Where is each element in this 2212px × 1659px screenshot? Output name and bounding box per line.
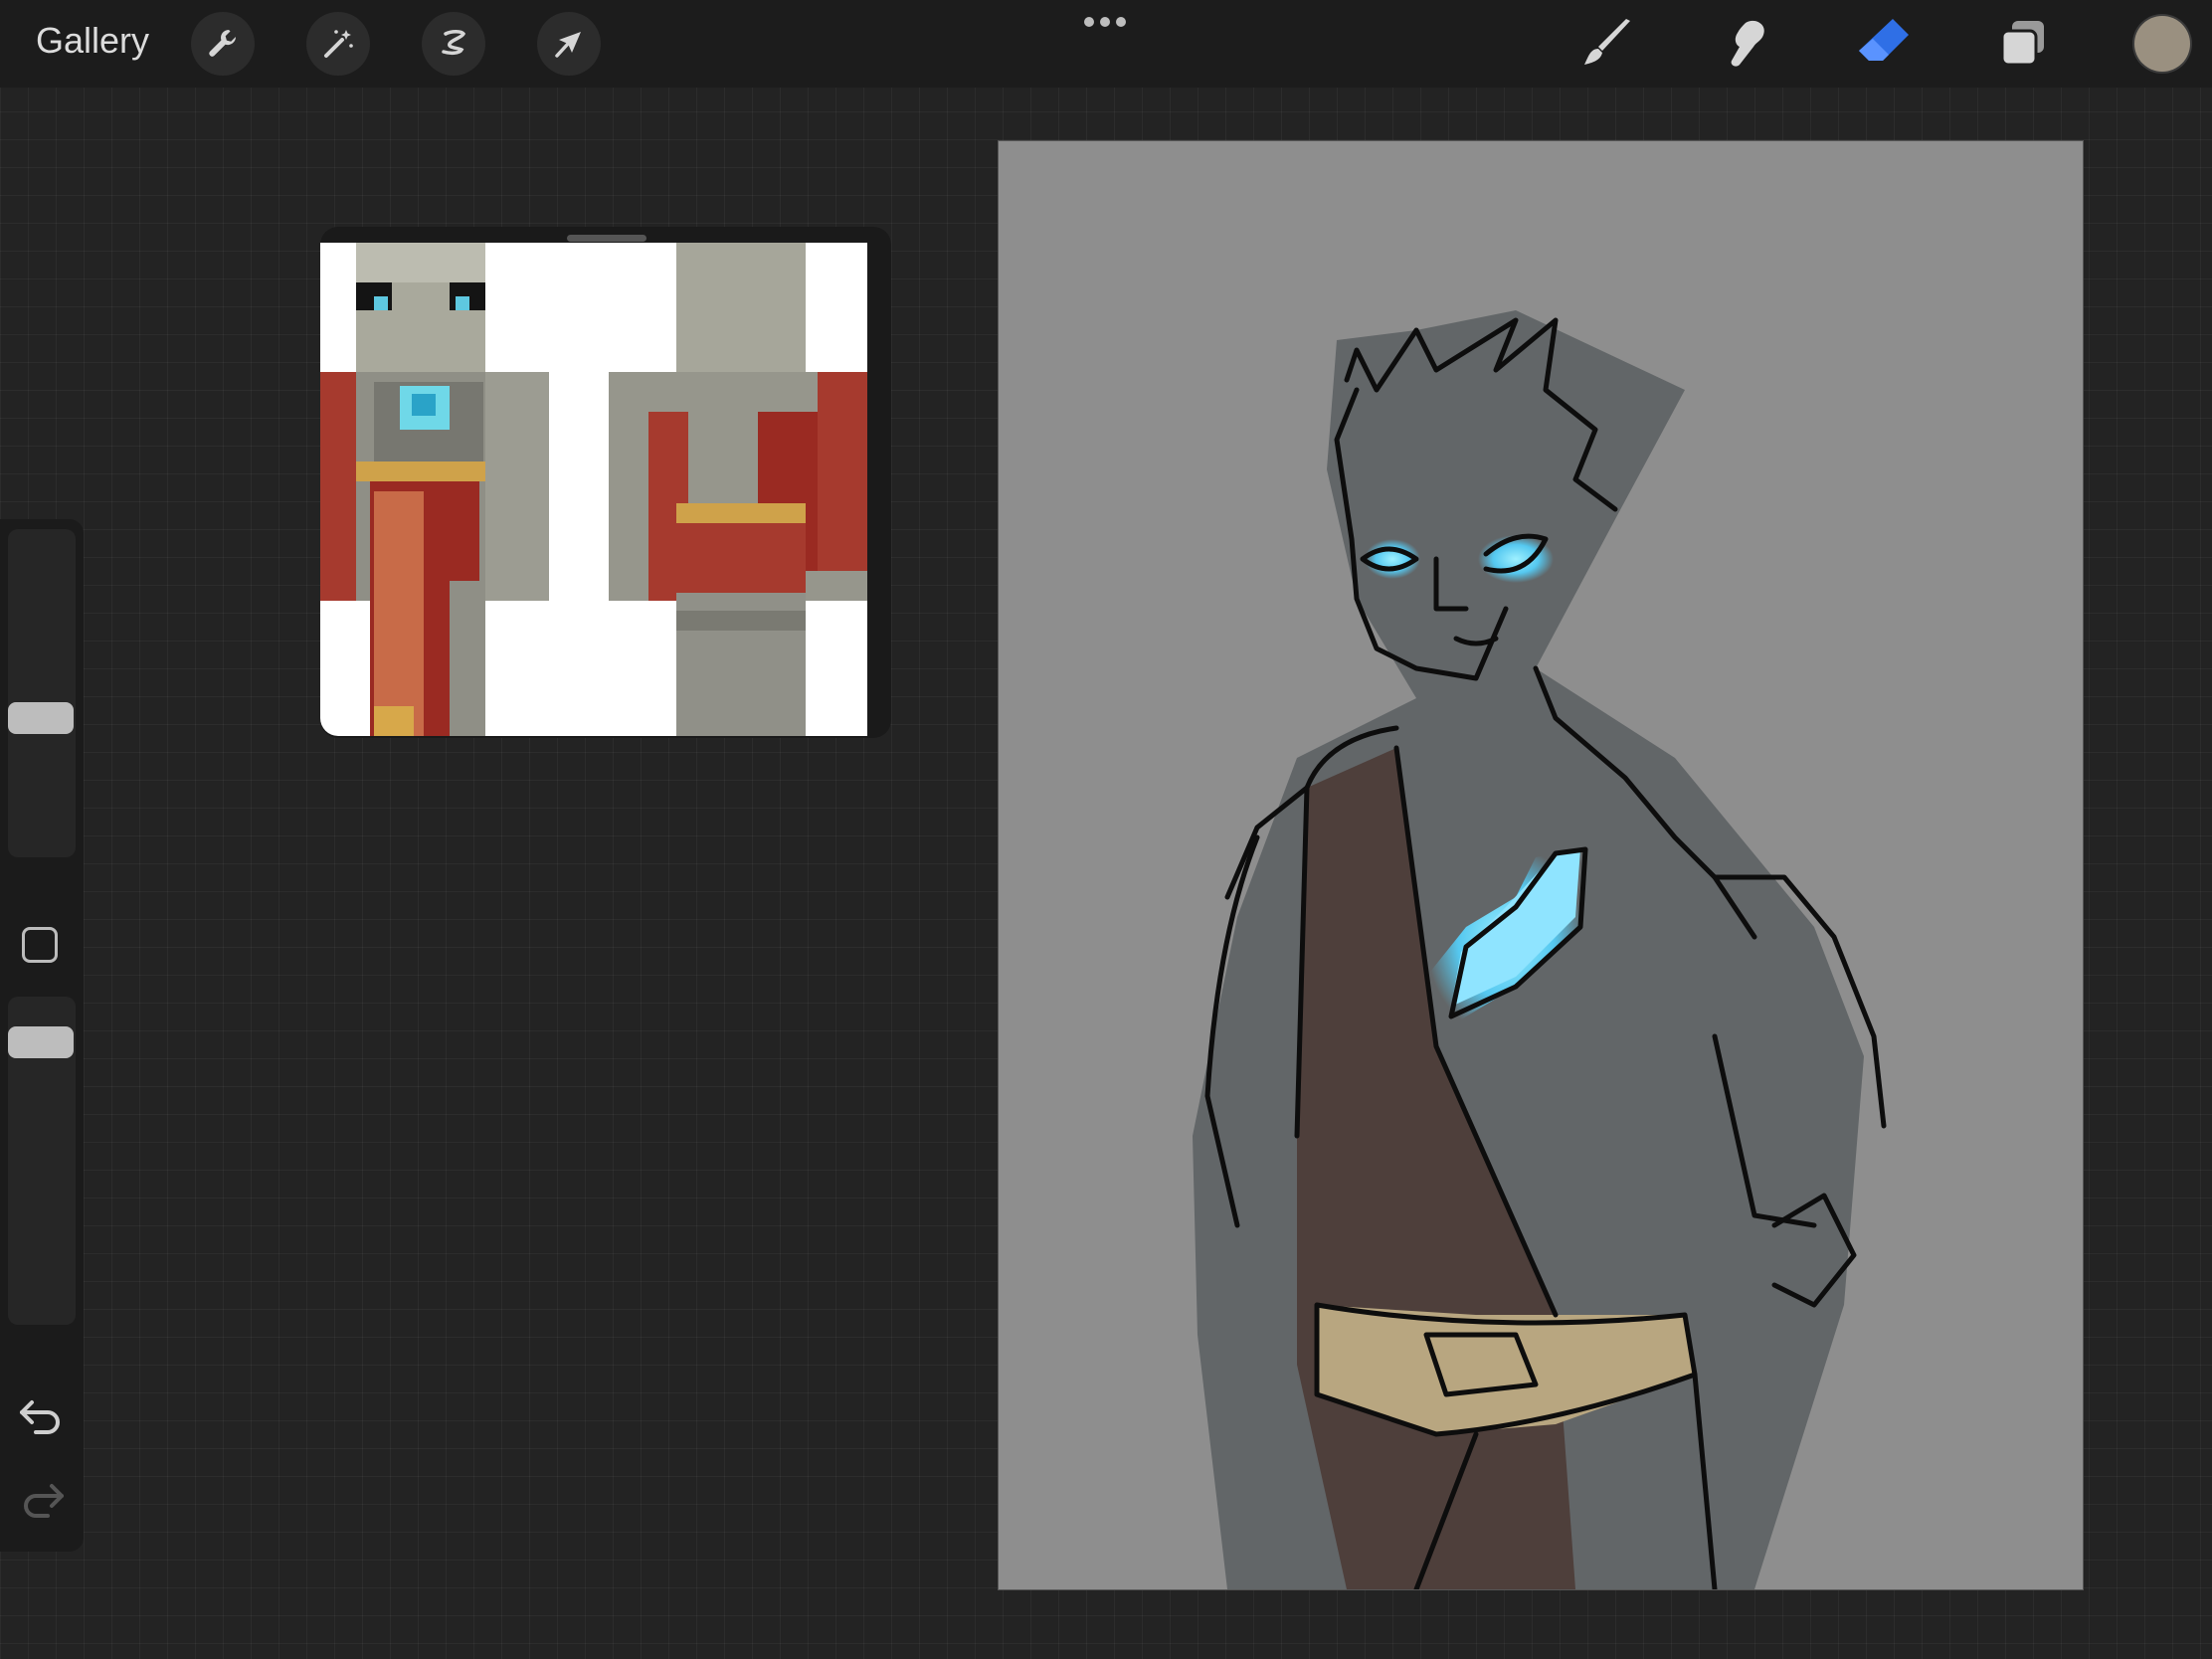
eraser-icon — [1859, 19, 1909, 61]
magic-wand-icon — [324, 30, 353, 58]
reference-image — [320, 243, 867, 736]
layers-icon — [2000, 21, 2044, 67]
gallery-button[interactable]: Gallery — [36, 20, 149, 62]
brush-size-thumb[interactable] — [8, 702, 74, 734]
reference-window-handle[interactable] — [567, 235, 646, 242]
brush-icon — [1584, 19, 1630, 65]
modify-button[interactable] — [22, 927, 58, 963]
brush-tool-button[interactable] — [1577, 14, 1637, 74]
opacity-thumb[interactable] — [8, 1026, 74, 1058]
smudge-tool-button[interactable] — [1715, 14, 1774, 74]
adjustments-button[interactable] — [306, 12, 370, 76]
selection-button[interactable] — [422, 12, 485, 76]
transform-arrow-icon — [555, 32, 581, 58]
actions-button[interactable] — [191, 12, 255, 76]
wrench-icon — [209, 30, 237, 57]
character-sketch — [1193, 310, 1887, 1589]
layers-button[interactable] — [1993, 14, 2053, 74]
left-sidebar — [0, 519, 84, 1552]
top-toolbar: Gallery — [0, 0, 2212, 88]
redo-icon[interactable] — [18, 1478, 66, 1518]
transform-button[interactable] — [537, 12, 601, 76]
smudge-icon — [1731, 20, 1764, 67]
undo-icon[interactable] — [18, 1394, 66, 1434]
drawing-canvas[interactable] — [999, 141, 2083, 1589]
pixel-skin-image — [320, 243, 867, 736]
color-picker-button[interactable] — [2134, 16, 2190, 72]
selection-icon — [442, 30, 466, 56]
eraser-tool-button[interactable] — [1854, 14, 1914, 74]
brush-size-slider[interactable] — [8, 529, 76, 857]
reference-window[interactable] — [320, 227, 891, 738]
more-options-icon[interactable] — [1082, 14, 1128, 30]
